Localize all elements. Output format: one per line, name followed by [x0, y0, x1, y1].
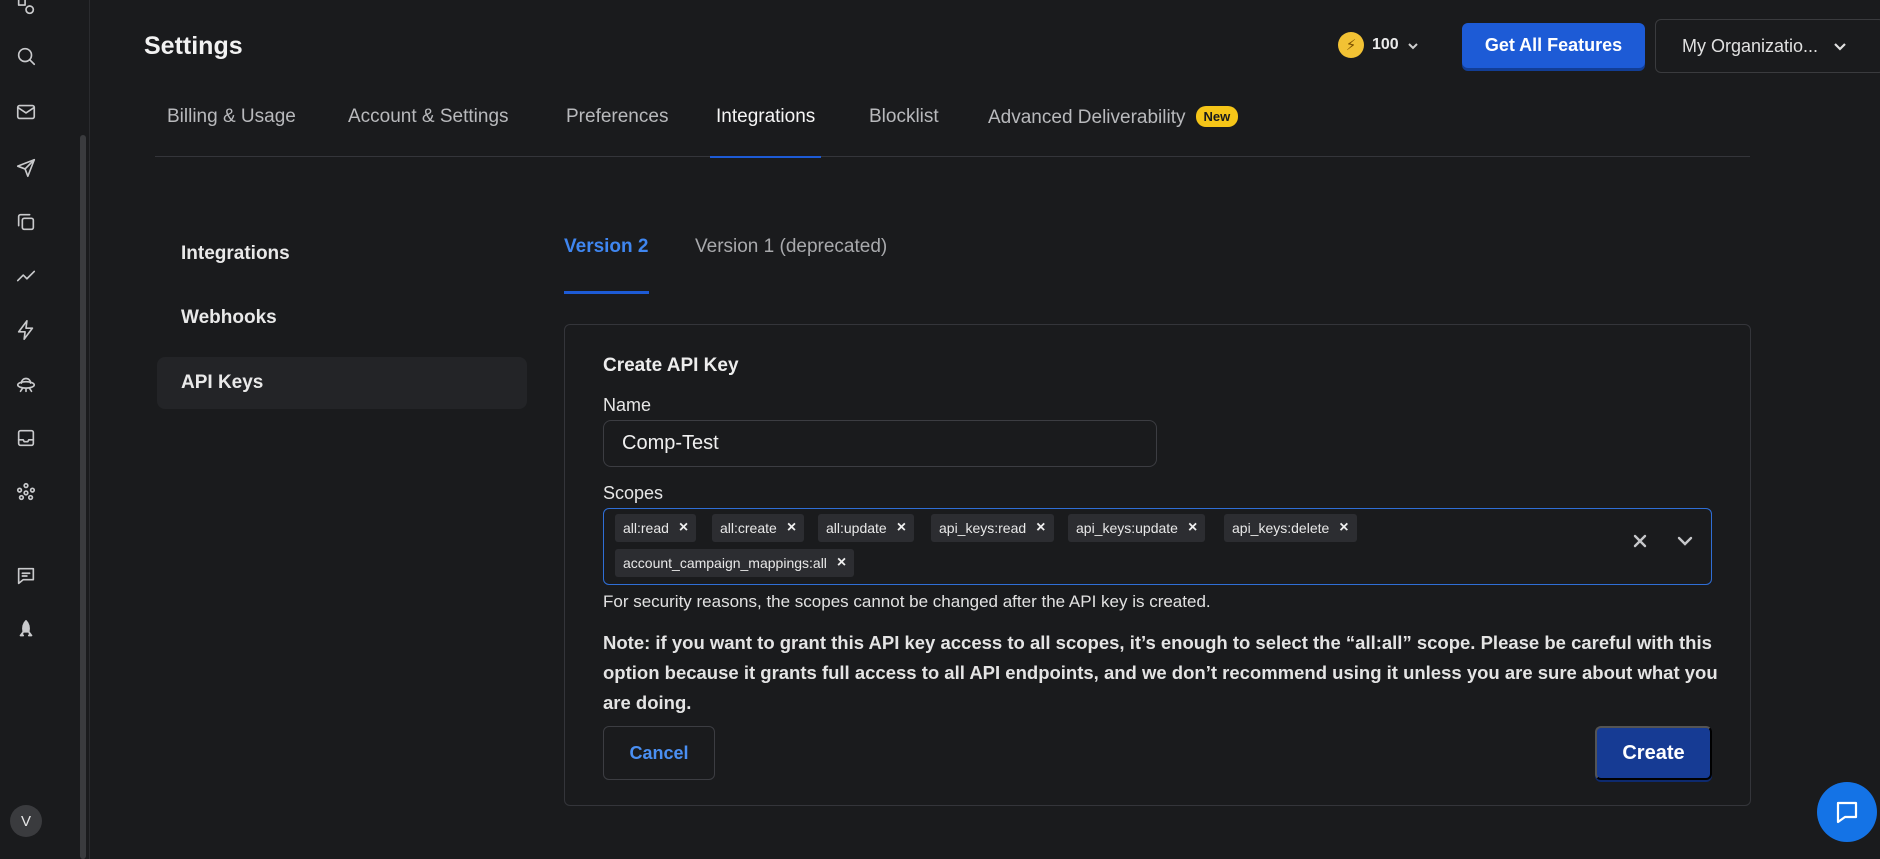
scopes-help-text: For security reasons, the scopes cannot … — [603, 592, 1211, 611]
new-badge: New — [1195, 106, 1239, 127]
scopes-note: Note: if you want to grant this API key … — [603, 632, 1718, 713]
organization-select[interactable]: My Organizatio... — [1655, 19, 1880, 73]
remove-scope-icon[interactable]: × — [1036, 519, 1045, 537]
scope-chip: api_keys:delete × — [1224, 514, 1357, 542]
copy-icon[interactable] — [10, 206, 42, 238]
tab-integrations[interactable]: Integrations — [709, 92, 822, 158]
remove-scope-icon[interactable]: × — [897, 519, 906, 537]
tab-account-settings[interactable]: Account & Settings — [348, 92, 509, 157]
scope-chip: all:update × — [818, 514, 915, 542]
create-button[interactable]: Create — [1595, 726, 1712, 780]
tab-version-1[interactable]: Version 1 (deprecated) — [695, 236, 887, 294]
chat-icon — [1836, 801, 1858, 824]
tab-billing-usage[interactable]: Billing & Usage — [167, 92, 296, 157]
clear-scopes-icon[interactable] — [1630, 531, 1654, 555]
chat-support-button[interactable] — [1817, 782, 1877, 842]
scopes-label: Scopes — [603, 483, 664, 503]
analytics-icon[interactable] — [10, 260, 42, 292]
network-icon[interactable] — [10, 476, 42, 508]
send-icon[interactable] — [10, 152, 42, 184]
rocket-icon[interactable] — [10, 614, 42, 646]
scope-chip: all:read × — [615, 514, 697, 542]
remove-scope-icon[interactable]: × — [1339, 519, 1348, 537]
get-all-features-button[interactable]: Get All Features — [1462, 23, 1645, 68]
left-rail: V — [0, 0, 90, 859]
scope-chip: api_keys:read × — [931, 514, 1054, 542]
card-title: Create API Key — [603, 355, 739, 376]
mail-icon[interactable] — [10, 96, 42, 128]
tab-advanced-deliverability[interactable]: Advanced Deliverability New — [988, 92, 1239, 157]
cancel-button[interactable]: Cancel — [603, 726, 715, 780]
name-label: Name — [603, 395, 652, 415]
lightning-coin-icon: ⚡ — [1338, 32, 1364, 58]
chevron-down-icon — [1834, 43, 1846, 51]
remove-scope-icon[interactable]: × — [837, 554, 846, 572]
search-icon[interactable] — [10, 40, 42, 72]
feedback-icon[interactable] — [10, 560, 42, 592]
organization-name: My Organizatio... — [1682, 35, 1819, 56]
sidenav-item-webhooks[interactable]: Webhooks — [157, 292, 527, 344]
remove-scope-icon[interactable]: × — [679, 519, 688, 537]
sidenav-item-api-keys[interactable]: API Keys — [157, 357, 527, 409]
scope-chip: all:create × — [712, 514, 805, 542]
scope-chip: api_keys:update × — [1068, 514, 1206, 542]
rail-scrollbar[interactable] — [80, 135, 86, 859]
scope-chip: account_campaign_mappings:all × — [615, 549, 855, 577]
sidenav-item-integrations[interactable]: Integrations — [157, 228, 527, 280]
chevron-down-icon[interactable] — [1675, 531, 1699, 555]
inbox-icon[interactable] — [10, 422, 42, 454]
credits-dropdown[interactable]: ⚡ 100 — [1338, 30, 1419, 60]
tab-blocklist[interactable]: Blocklist — [869, 92, 939, 157]
name-input[interactable] — [603, 420, 1157, 467]
page-title: Settings — [144, 32, 243, 60]
tab-version-2[interactable]: Version 2 — [564, 236, 649, 294]
remove-scope-icon[interactable]: × — [1188, 519, 1197, 537]
remove-scope-icon[interactable]: × — [787, 519, 796, 537]
bolt-icon[interactable] — [10, 314, 42, 346]
tab-preferences[interactable]: Preferences — [566, 92, 668, 157]
objects-icon[interactable] — [10, 0, 42, 22]
ufo-icon[interactable] — [10, 368, 42, 400]
chevron-down-icon — [1407, 39, 1419, 51]
settings-tabs: Billing & Usage Account & Settings Prefe… — [155, 92, 1750, 158]
avatar[interactable]: V — [10, 805, 42, 837]
credits-value: 100 — [1372, 36, 1399, 53]
